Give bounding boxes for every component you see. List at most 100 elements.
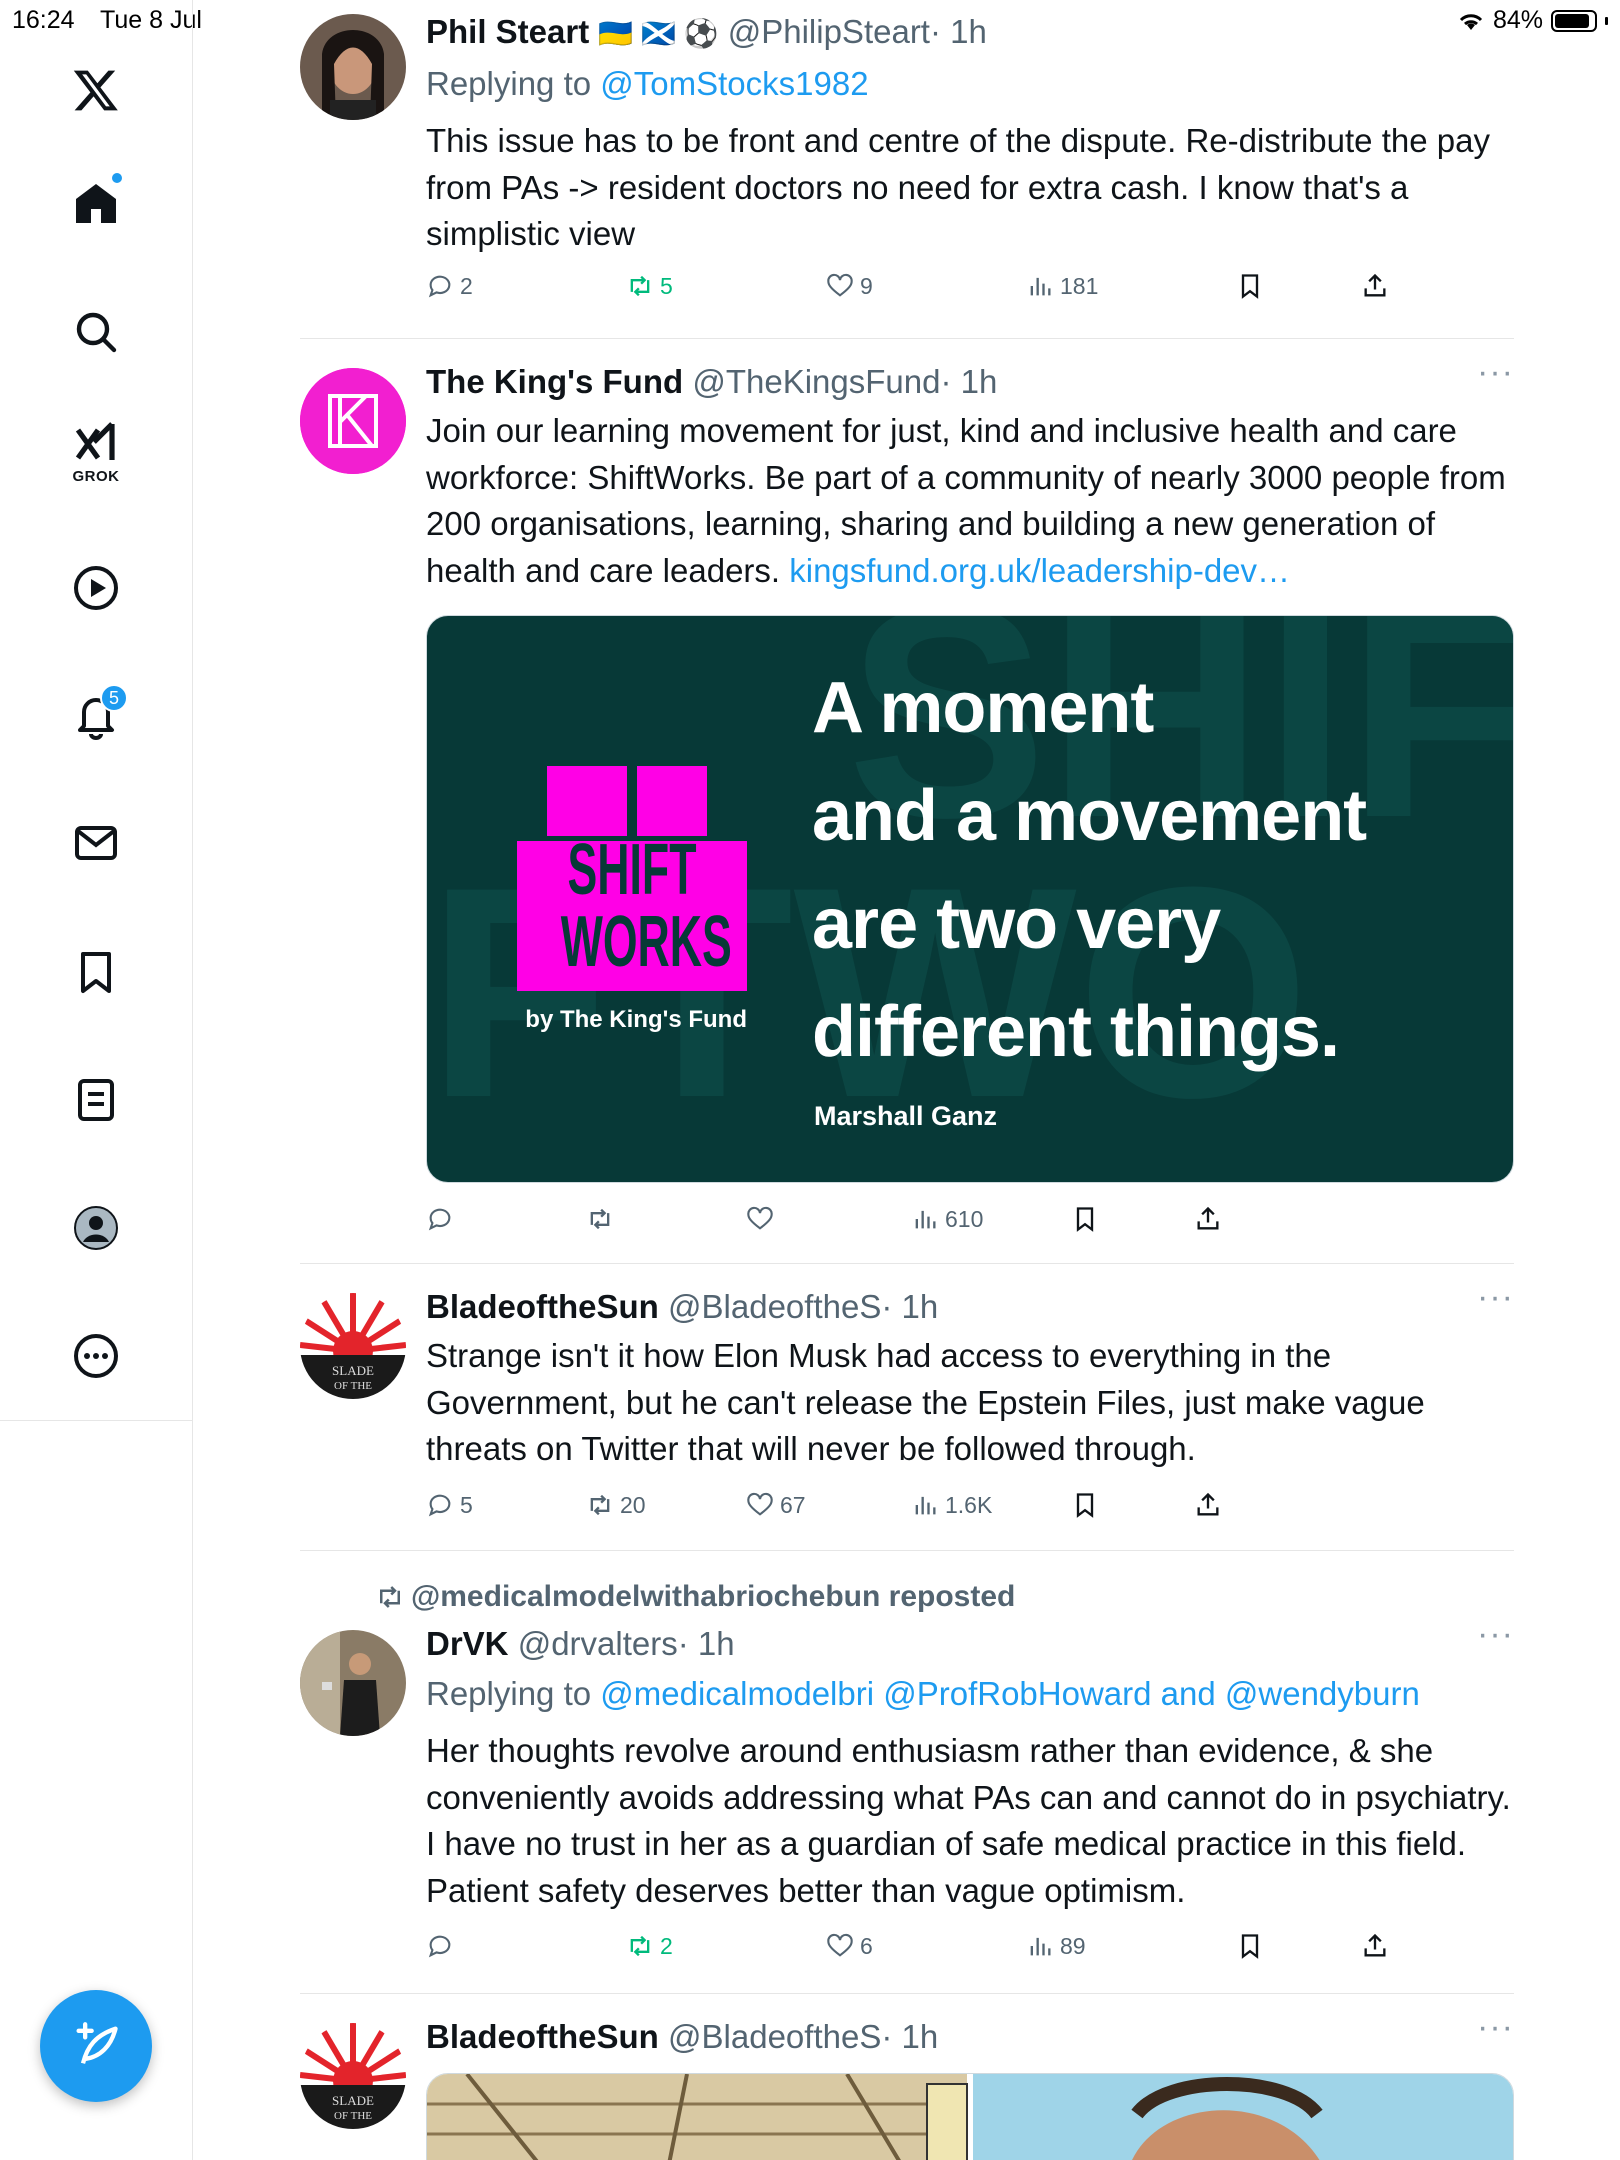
like-button[interactable]: 67 <box>746 1491 806 1519</box>
avatar[interactable] <box>300 14 406 120</box>
repost-button[interactable]: 2 <box>626 1932 673 1960</box>
quote-line: different things. <box>812 992 1340 1072</box>
bookmark-button[interactable] <box>1236 1932 1264 1960</box>
views-chart-icon <box>1030 277 1051 296</box>
tweet-separator <box>300 1550 1514 1551</box>
repost-count: 2 <box>660 1932 673 1959</box>
avatar[interactable] <box>300 1630 406 1736</box>
tweet-time: · 1h <box>881 2018 939 2055</box>
author-emojis: 🇺🇦 🏴󠁧󠁢󠁳󠁣󠁴󠁿 ⚽ <box>598 18 719 49</box>
reply-button[interactable]: 5 <box>426 1491 473 1519</box>
share-button[interactable] <box>1194 1491 1222 1519</box>
tweet-separator <box>300 1263 1514 1264</box>
home-icon[interactable] <box>56 163 136 243</box>
repost-count: 20 <box>620 1491 646 1518</box>
more-options-icon[interactable]: ··· <box>1474 2015 1514 2047</box>
replying-to-link[interactable]: @TomStocks1982 <box>600 65 868 102</box>
views-button[interactable]: 181 <box>1026 272 1098 300</box>
views-button[interactable]: 1.6K <box>911 1491 992 1519</box>
tweet-actions: 2 5 9 181 <box>426 272 1514 312</box>
reply-icon <box>428 1935 451 1958</box>
share-button[interactable] <box>1194 1205 1222 1233</box>
repost-indicator[interactable]: @medicalmodelwithabriochebun reposted <box>375 1580 1015 1614</box>
avatar[interactable] <box>300 368 406 474</box>
like-count: 6 <box>860 1932 873 1959</box>
replying-to: Replying to @TomStocks1982 <box>426 62 1514 106</box>
author-handle[interactable]: @BladeoftheS <box>668 1288 881 1325</box>
more-options-icon[interactable]: ··· <box>1474 355 1514 392</box>
tweet[interactable]: The King's Fund @TheKingsFund· 1h Join o… <box>300 355 1514 1260</box>
repost-icon <box>590 1494 610 1516</box>
share-icon <box>1197 1492 1219 1516</box>
author-handle[interactable]: @TheKingsFund <box>692 363 940 400</box>
more-options-icon[interactable]: ··· <box>1474 1280 1514 1317</box>
author-name[interactable]: The King's Fund <box>426 363 683 400</box>
search-icon[interactable] <box>56 292 136 372</box>
repost-icon <box>630 1935 650 1957</box>
more-options-icon[interactable] <box>56 1316 136 1396</box>
svg-text:OF THE: OF THE <box>334 1380 372 1392</box>
compose-post-button[interactable] <box>40 1990 152 2102</box>
author-name[interactable]: BladeoftheSun <box>426 2018 659 2055</box>
tweet-actions: 5 20 67 1.6K <box>426 1491 1514 1531</box>
author-handle[interactable]: @PhilipSteart <box>728 13 930 50</box>
tweet-header: The King's Fund @TheKingsFund· 1h <box>426 360 1514 404</box>
tweet[interactable]: DrVK @drvalters· 1h Replying to @medical… <box>300 1617 1514 1959</box>
bookmark-icon <box>1241 274 1259 299</box>
repost-button[interactable]: 20 <box>586 1491 646 1519</box>
reply-count: 2 <box>460 272 473 299</box>
grok-icon[interactable]: GROK <box>56 410 136 490</box>
bookmark-button[interactable] <box>1071 1491 1099 1519</box>
reply-button[interactable] <box>426 1205 454 1233</box>
repost-button[interactable] <box>586 1205 614 1233</box>
tweet[interactable]: Phil Steart 🇺🇦 🏴󠁧󠁢󠁳󠁣󠁴󠁿 ⚽ @PhilipSteart· … <box>300 10 1514 340</box>
profile-avatar-icon[interactable] <box>56 1188 136 1268</box>
reply-count: 5 <box>460 1491 473 1518</box>
reply-button[interactable] <box>426 1932 454 1960</box>
share-button[interactable] <box>1361 272 1389 300</box>
tweet[interactable]: SLADE OF THE BladeoftheSun @BladeoftheS·… <box>300 2015 1514 2160</box>
video-play-icon[interactable] <box>56 548 136 628</box>
tweet[interactable]: SLADE OF THE BladeoftheSun @BladeoftheS ·… <box>300 1280 1514 1535</box>
repost-button[interactable]: 5 <box>626 272 673 300</box>
views-chart-icon <box>915 1496 936 1515</box>
views-chart-icon <box>915 1210 936 1229</box>
like-button[interactable]: 9 <box>826 272 873 300</box>
reply-icon <box>428 1494 451 1517</box>
author-handle[interactable]: @BladeoftheS <box>668 2018 881 2055</box>
tweet-header: DrVK @drvalters· 1h <box>426 1622 1514 1666</box>
lists-icon[interactable] <box>56 1060 136 1140</box>
tweet-separator <box>300 338 1514 339</box>
x-logo-icon[interactable] <box>56 50 136 130</box>
tweet-link[interactable]: kingsfund.org.uk/leadership-dev… <box>789 552 1290 589</box>
tweet-media-image[interactable] <box>426 2073 1514 2160</box>
tweet-media-image[interactable]: SHIFT FTWO SHIFT WORKS by The King's Fun… <box>426 615 1514 1183</box>
like-button[interactable]: 6 <box>826 1932 873 1960</box>
quote-line: are two very <box>812 884 1221 964</box>
logo-line-2: WORKS <box>560 902 732 982</box>
repost-by: @medicalmodelwithabriochebun reposted <box>411 1580 1016 1613</box>
avatar[interactable]: SLADE OF THE <box>300 2023 406 2129</box>
heart-icon <box>747 1492 773 1516</box>
author-name[interactable]: DrVK <box>426 1625 509 1662</box>
reply-button[interactable]: 2 <box>426 272 473 300</box>
views-button[interactable]: 89 <box>1026 1932 1086 1960</box>
bookmark-icon <box>1076 1493 1094 1518</box>
replying-to-link[interactable]: @medicalmodelbri @ProfRobHoward and @wen… <box>600 1675 1420 1712</box>
svg-text:SLADE: SLADE <box>332 1363 374 1378</box>
bookmarks-icon[interactable] <box>56 932 136 1012</box>
bookmark-button[interactable] <box>1236 272 1264 300</box>
bookmark-button[interactable] <box>1071 1205 1099 1233</box>
messages-envelope-icon[interactable] <box>56 803 136 883</box>
author-handle[interactable]: @drvalters <box>518 1625 678 1662</box>
share-button[interactable] <box>1361 1932 1389 1960</box>
tweet-text: Her thoughts revolve around enthusiasm r… <box>426 1732 1511 1909</box>
views-button[interactable]: 610 <box>911 1205 983 1233</box>
author-name[interactable]: BladeoftheSun <box>426 1288 659 1325</box>
tweet-text: Strange isn't it how Elon Musk had acces… <box>426 1337 1425 1467</box>
avatar[interactable]: SLADE OF THE <box>300 1293 406 1399</box>
like-button[interactable] <box>746 1205 774 1233</box>
notifications-bell-icon[interactable]: 5 <box>56 676 136 756</box>
author-name[interactable]: Phil Steart <box>426 13 589 50</box>
more-options-icon[interactable]: ··· <box>1474 1617 1514 1654</box>
